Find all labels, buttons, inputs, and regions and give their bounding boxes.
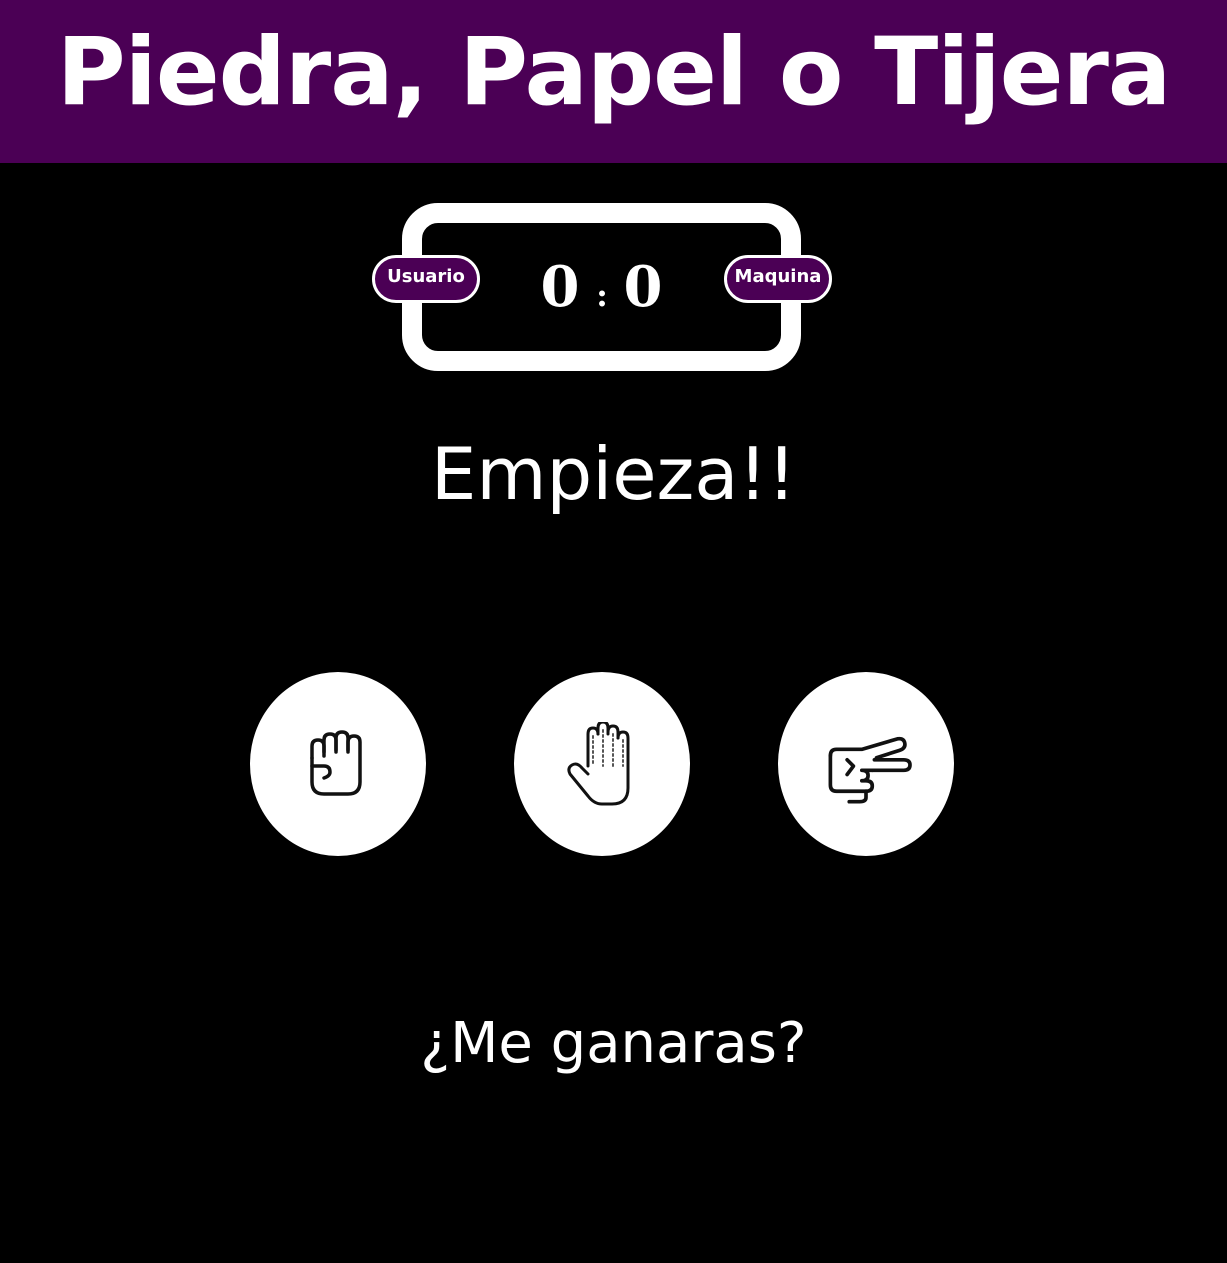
game-message: Empieza!! xyxy=(430,432,797,516)
computer-score: 0 xyxy=(623,254,663,320)
open-hand-icon xyxy=(567,722,630,806)
challenge-text: ¿Me ganaras? xyxy=(420,1011,807,1076)
user-score: 0 xyxy=(540,254,580,320)
score-separator: : xyxy=(596,276,608,314)
fist-icon xyxy=(310,730,362,796)
header-bar: Piedra, Papel o Tijera xyxy=(0,0,1227,163)
paper-button[interactable] xyxy=(514,672,690,856)
computer-label-badge: Maquina xyxy=(724,255,832,303)
scissors-hand-icon xyxy=(828,736,912,804)
rock-button[interactable] xyxy=(250,672,426,856)
scissors-button[interactable] xyxy=(778,672,954,856)
user-label-badge: Usuario xyxy=(372,255,480,303)
page-title: Piedra, Papel o Tijera xyxy=(56,18,1172,127)
